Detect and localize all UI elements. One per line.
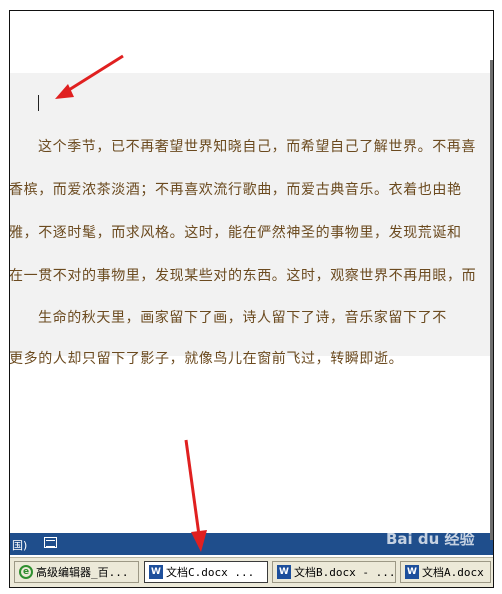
watermark-text: Bai du 经验 [386,530,475,548]
baidu-watermark: Bai du 经验 [386,528,490,572]
red-arrow-icon [55,54,207,552]
